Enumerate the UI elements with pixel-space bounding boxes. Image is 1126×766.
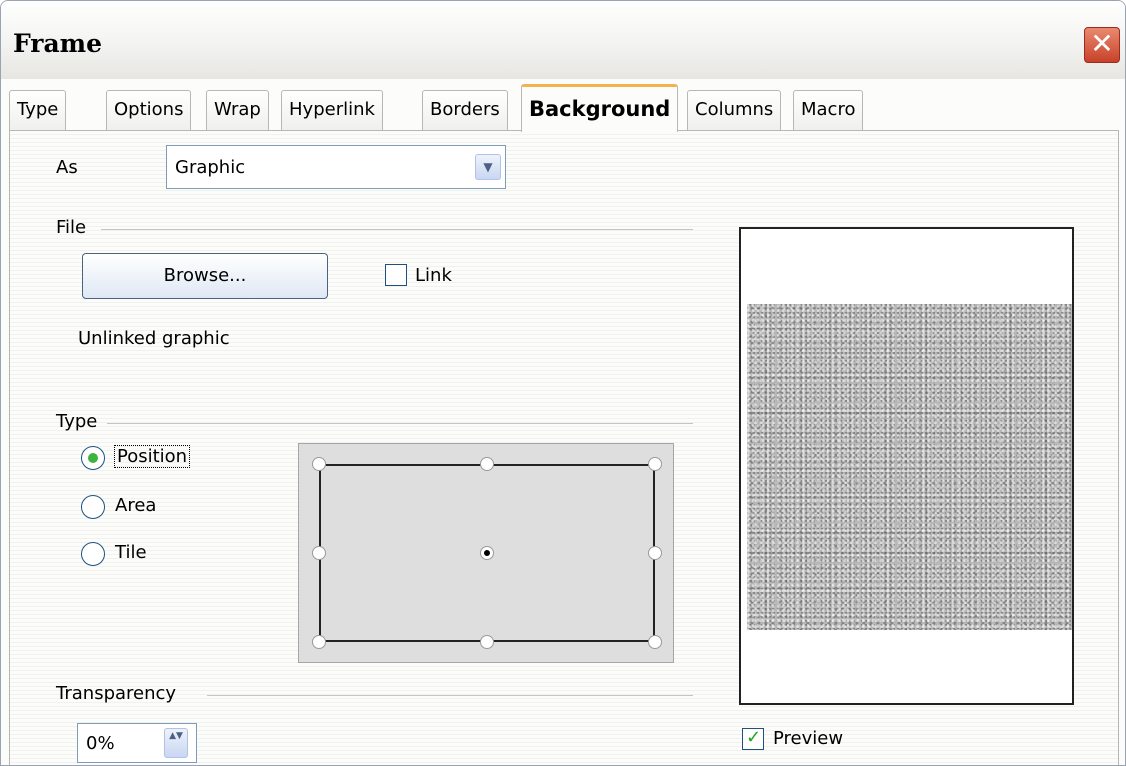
tile-radio[interactable] [81, 542, 105, 566]
browse-button[interactable]: Browse... [82, 253, 328, 299]
frame-dialog: Frame ✕ Type Options Wrap Hyperlink Bord… [0, 0, 1126, 766]
position-point-top-center[interactable] [480, 457, 494, 471]
chevron-down-icon[interactable]: ▼ [475, 154, 501, 180]
title-bar[interactable]: Frame ✕ [1, 1, 1125, 79]
as-dropdown[interactable]: Graphic ▼ [166, 145, 506, 189]
area-radio[interactable] [81, 495, 105, 519]
preview-area [739, 227, 1074, 705]
position-radio[interactable] [81, 446, 105, 470]
tab-type[interactable]: Type [9, 90, 67, 131]
tile-label: Tile [115, 542, 147, 563]
tab-macro[interactable]: Macro [793, 90, 864, 131]
tab-hyperlink[interactable]: Hyperlink [281, 90, 383, 131]
type-section-title: Type [56, 411, 98, 432]
area-label: Area [115, 495, 157, 516]
file-section-title: File [56, 217, 87, 238]
tab-background[interactable]: Background [521, 84, 679, 132]
tab-bar: Type Options Wrap Hyperlink Borders Back… [9, 84, 1119, 132]
position-grid [298, 443, 674, 663]
link-checkbox[interactable] [385, 264, 407, 286]
preview-label: Preview [773, 728, 844, 749]
type-section-divider [107, 423, 693, 424]
preview-checkbox[interactable] [742, 727, 764, 750]
position-point-middle-right[interactable] [648, 546, 662, 560]
close-button[interactable]: ✕ [1084, 27, 1120, 63]
position-point-top-left[interactable] [312, 457, 326, 471]
position-point-bottom-right[interactable] [648, 635, 662, 649]
dialog-title: Frame [13, 29, 103, 58]
spin-arrows-icon[interactable]: ▲▼ [164, 728, 188, 758]
tab-columns[interactable]: Columns [687, 90, 782, 131]
link-label: Link [415, 265, 452, 286]
position-label: Position [113, 445, 191, 468]
close-icon: ✕ [1090, 27, 1114, 60]
position-point-bottom-left[interactable] [312, 635, 326, 649]
graphic-status-text: Unlinked graphic [78, 328, 230, 349]
tab-wrap[interactable]: Wrap [206, 90, 269, 131]
as-label: As [56, 157, 78, 178]
background-graphic-preview [747, 304, 1072, 630]
file-section-divider [101, 229, 693, 230]
transparency-label: Transparency [56, 683, 177, 704]
tab-options[interactable]: Options [106, 90, 192, 131]
as-dropdown-value: Graphic [175, 157, 246, 178]
transparency-spinbox[interactable]: 0% ▲▼ [77, 723, 197, 763]
position-point-center[interactable] [480, 546, 494, 560]
transparency-section-divider [207, 695, 693, 696]
transparency-value: 0% [86, 733, 115, 754]
position-point-middle-left[interactable] [312, 546, 326, 560]
position-point-top-right[interactable] [648, 457, 662, 471]
position-point-bottom-center[interactable] [480, 635, 494, 649]
tab-borders[interactable]: Borders [422, 90, 508, 131]
